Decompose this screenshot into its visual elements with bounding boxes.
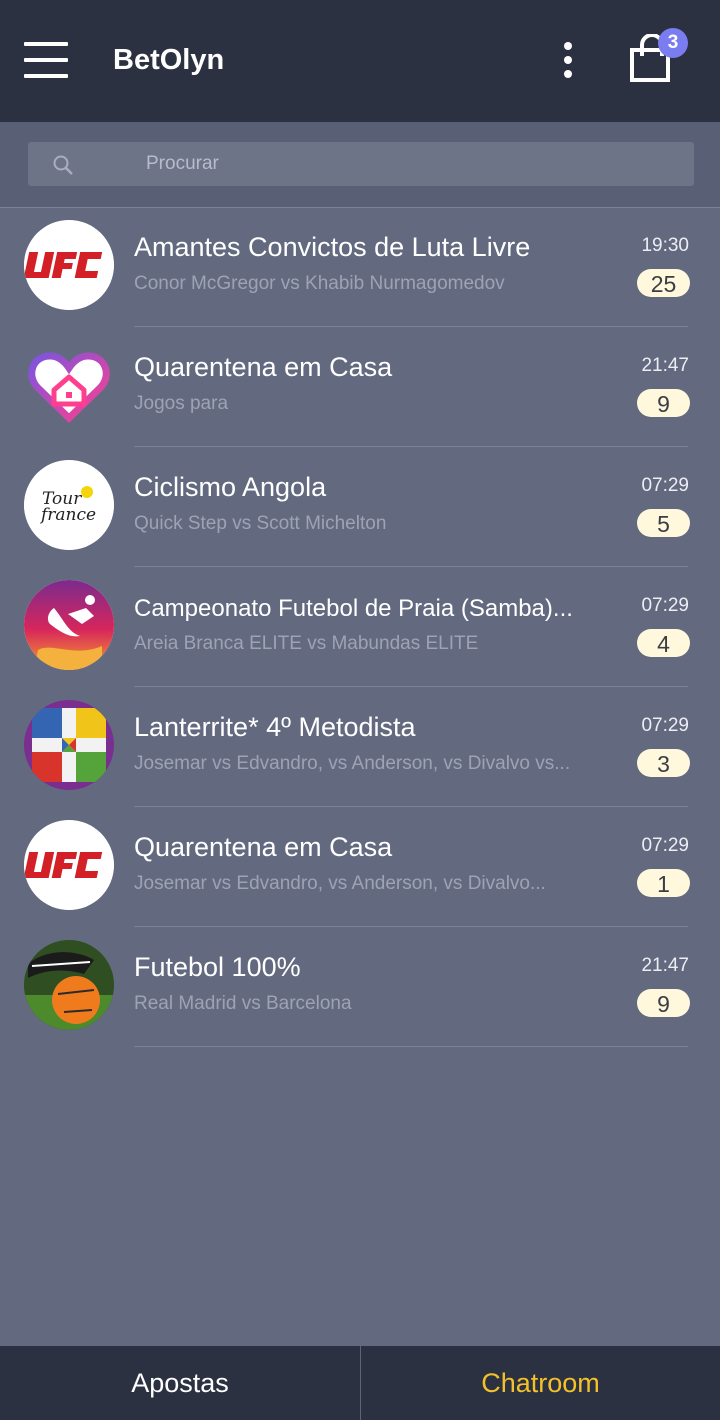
unread-count-badge: 1	[637, 869, 690, 897]
search-box[interactable]	[28, 142, 694, 186]
tab-apostas[interactable]: Apostas	[0, 1346, 361, 1420]
ufc-logo-avatar	[24, 820, 114, 910]
unread-count-badge: 9	[637, 989, 690, 1017]
chat-time: 21:47	[641, 355, 689, 376]
chat-time: 21:47	[641, 955, 689, 976]
chat-title: Amantes Convictos de Luta Livre	[134, 232, 531, 262]
chat-subtitle: Josemar vs Edvandro, vs Anderson, vs Div…	[134, 873, 546, 894]
unread-count-badge: 25	[637, 269, 690, 297]
search-bar	[0, 122, 720, 208]
list-item[interactable]: Lanterrite* 4º Metodista Josemar vs Edva…	[0, 687, 720, 807]
chat-time: 19:30	[641, 235, 689, 256]
unread-count-badge: 5	[637, 509, 690, 537]
divider	[134, 1046, 688, 1047]
hamburger-icon[interactable]	[24, 40, 68, 80]
unread-count-badge: 3	[637, 749, 690, 777]
football-photo-avatar	[24, 940, 114, 1030]
chat-title: Lanterrite* 4º Metodista	[134, 712, 416, 742]
unread-count-badge: 4	[637, 629, 690, 657]
chat-title: Futebol 100%	[134, 952, 301, 982]
unread-count-badge: 9	[637, 389, 690, 417]
chat-subtitle: Conor McGregor vs Khabib Nurmagomedov	[134, 273, 505, 294]
list-item[interactable]: Tour france Ciclismo Angola Quick Step v…	[0, 447, 720, 567]
chat-title: Campeonato Futebol de Praia (Samba)...	[134, 595, 573, 622]
heart-house-avatar	[24, 340, 114, 430]
list-item[interactable]: Quarentena em Casa Josemar vs Edvandro, …	[0, 807, 720, 927]
chat-subtitle: Jogos para	[134, 393, 229, 414]
chat-title: Quarentena em Casa	[134, 832, 393, 862]
ludo-board-avatar	[24, 700, 114, 790]
list-item[interactable]: Quarentena em Casa Jogos para 21:47 9	[0, 327, 720, 447]
chat-time: 07:29	[641, 715, 689, 736]
app-title: BetOlyn	[113, 44, 225, 76]
chat-subtitle: Quick Step vs Scott Michelton	[134, 513, 387, 534]
chat-time: 07:29	[641, 595, 689, 616]
chat-subtitle: Real Madrid vs Barcelona	[134, 993, 352, 1014]
tour-de-france-avatar: Tour france	[24, 460, 114, 550]
chat-subtitle: Josemar vs Edvandro, vs Anderson, vs Div…	[134, 753, 571, 774]
search-icon	[53, 155, 73, 175]
list-item[interactable]: Amantes Convictos de Luta Livre Conor Mc…	[0, 207, 720, 327]
chat-time: 07:29	[641, 835, 689, 856]
chat-list: Amantes Convictos de Luta Livre Conor Mc…	[0, 207, 720, 1047]
top-app-bar: BetOlyn 3	[0, 0, 720, 122]
chat-time: 07:29	[641, 475, 689, 496]
search-input[interactable]	[146, 142, 666, 186]
beach-soccer-avatar	[24, 580, 114, 670]
tab-chatroom[interactable]: Chatroom	[361, 1346, 720, 1420]
kebab-icon[interactable]	[556, 40, 580, 80]
chat-title: Ciclismo Angola	[134, 472, 327, 502]
chat-title: Quarentena em Casa	[134, 352, 393, 382]
list-item[interactable]: Futebol 100% Real Madrid vs Barcelona 21…	[0, 927, 720, 1047]
bottom-navigation: Apostas Chatroom	[0, 1346, 720, 1420]
ufc-logo-avatar	[24, 220, 114, 310]
list-item[interactable]: Campeonato Futebol de Praia (Samba)... A…	[0, 567, 720, 687]
cart-count-badge: 3	[658, 28, 688, 58]
chat-subtitle: Areia Branca ELITE vs Mabundas ELITE	[134, 633, 479, 654]
svg-text:france: france	[39, 505, 96, 525]
